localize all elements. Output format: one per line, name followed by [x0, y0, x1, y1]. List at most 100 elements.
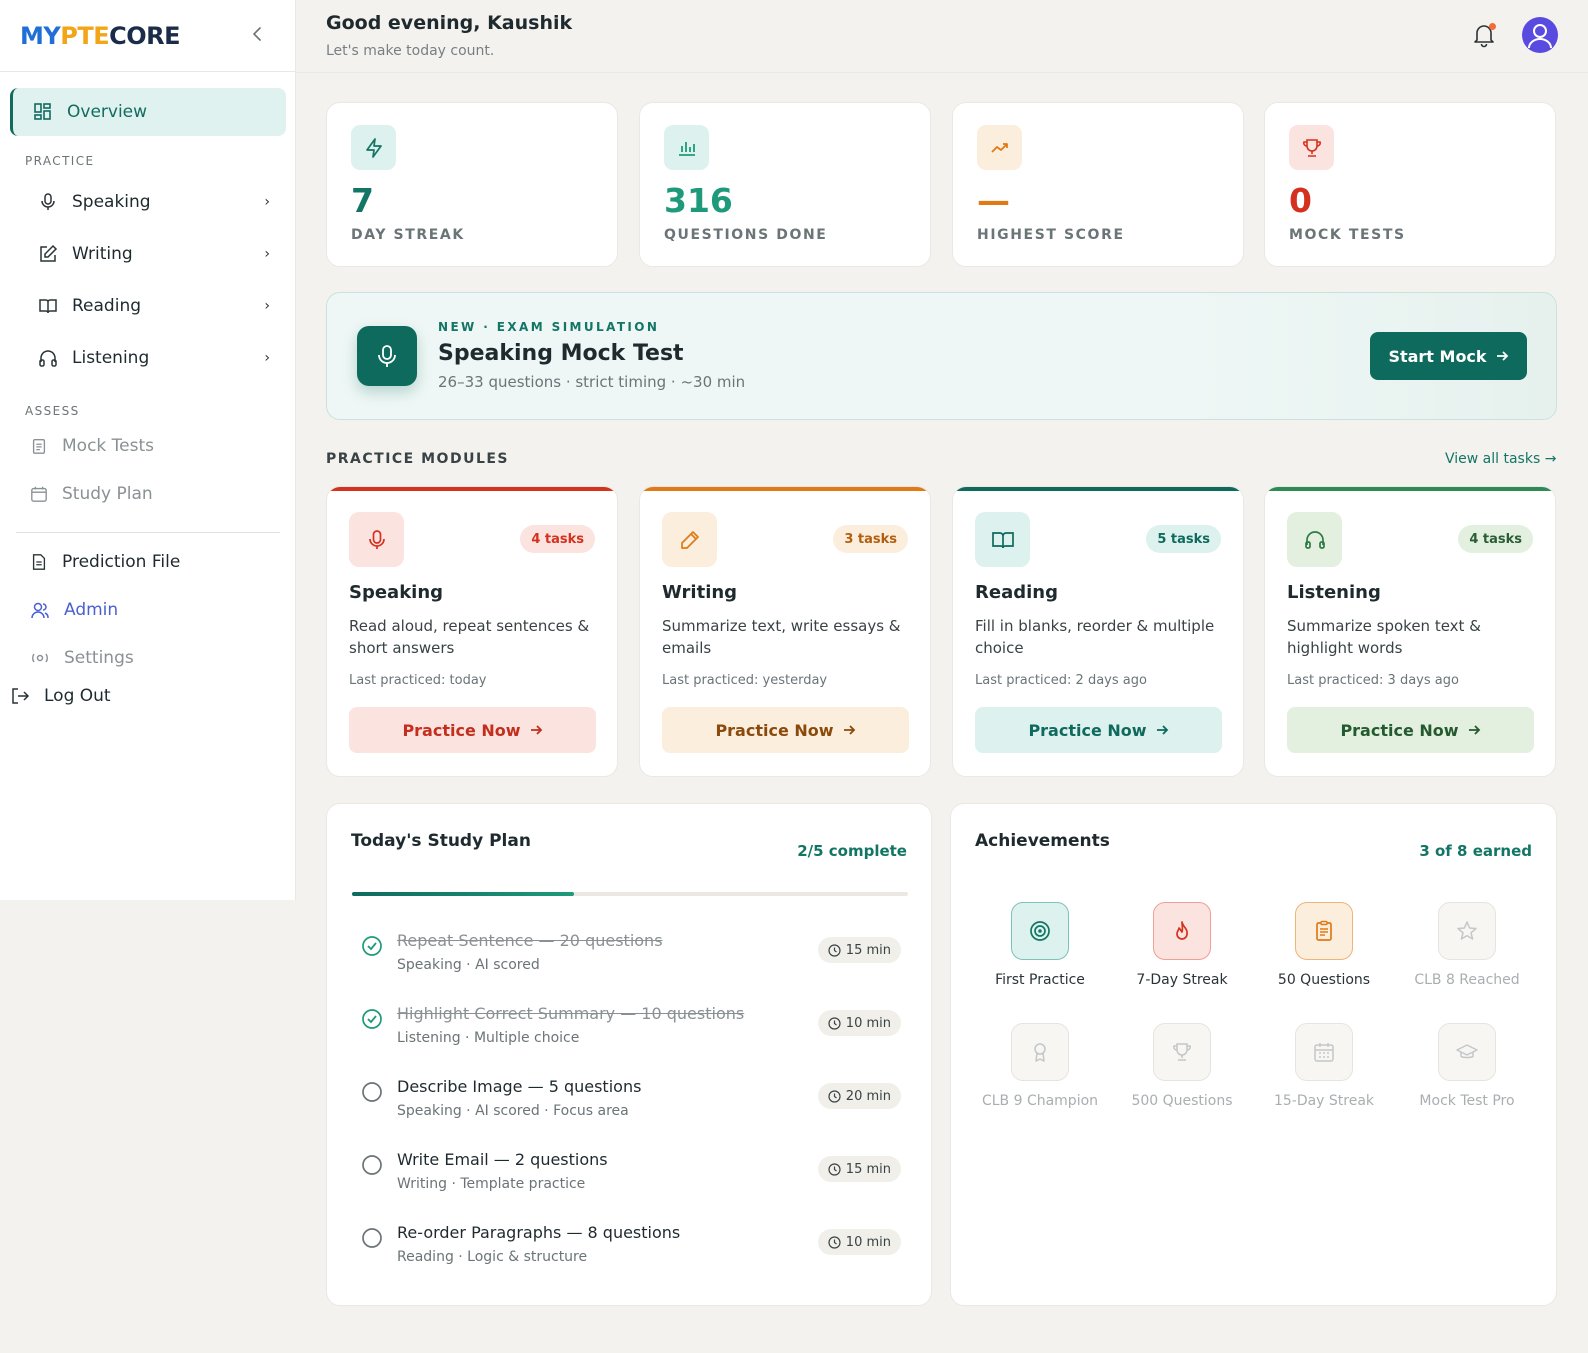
check-circle-icon[interactable] — [361, 935, 383, 957]
duration-badge: 15 min — [817, 1156, 901, 1182]
stat-value: 0 — [1289, 181, 1312, 220]
sidebar-item-label: Listening — [72, 348, 150, 368]
task-count-badge: 4 tasks — [520, 525, 595, 553]
collapse-sidebar-icon[interactable] — [247, 24, 267, 48]
achievement-label: 7-Day Streak — [1136, 972, 1228, 988]
sidebar-item-prediction-file[interactable]: Prediction File — [30, 552, 180, 572]
sidebar-item-label: Log Out — [44, 686, 111, 706]
chevron-right-icon: › — [264, 350, 270, 366]
sidebar-item-speaking[interactable]: Speaking › — [38, 182, 278, 222]
headphones-icon — [39, 350, 57, 367]
study-plan-title: Today's Study Plan — [351, 831, 531, 851]
achievement-label: 50 Questions — [1277, 972, 1371, 988]
grid-icon — [34, 103, 51, 120]
task-subtitle: Reading · Logic & structure — [397, 1249, 588, 1265]
sidebar-item-mock-tests[interactable]: Mock Tests — [30, 436, 154, 456]
task-item[interactable]: Highlight Correct Summary — 10 questions… — [361, 1004, 901, 1064]
sidebar-item-logout[interactable]: Log Out — [10, 686, 111, 706]
duration-label: 10 min — [845, 1015, 891, 1031]
users-icon — [31, 602, 49, 619]
achievement-mock-test-pro[interactable]: Mock Test Pro — [1397, 1023, 1537, 1109]
sidebar-item-writing[interactable]: Writing › — [38, 234, 278, 274]
duration-label: 10 min — [845, 1234, 891, 1250]
task-count-badge: 4 tasks — [1458, 525, 1533, 553]
logo[interactable]: MYPTECORE — [20, 22, 181, 50]
mic-icon — [357, 326, 417, 386]
practice-now-button[interactable]: Practice Now — [349, 707, 596, 753]
sidebar-item-listening[interactable]: Listening › — [38, 338, 278, 378]
sidebar-divider — [16, 532, 280, 533]
check-circle-icon[interactable] — [361, 1008, 383, 1030]
achievements-panel: Achievements 3 of 8 earned First Practic… — [950, 803, 1557, 1306]
view-all-tasks-link[interactable]: View all tasks → — [1445, 451, 1556, 467]
lightning-icon — [351, 125, 396, 170]
duration-badge: 15 min — [817, 937, 901, 963]
task-item[interactable]: Repeat Sentence — 20 questions Speaking … — [361, 931, 901, 991]
banner-title: Speaking Mock Test — [438, 341, 684, 366]
sidebar-item-overview[interactable]: Overview — [10, 88, 286, 136]
practice-modules-title: PRACTICE MODULES — [326, 451, 510, 467]
task-subtitle: Speaking · AI scored — [397, 957, 540, 973]
last-practiced: Last practiced: today — [349, 673, 487, 688]
achievement-label: Mock Test Pro — [1419, 1093, 1515, 1109]
stat-card-day-streak: 7 DAY STREAK — [326, 102, 618, 267]
flame-icon — [1153, 902, 1211, 960]
achievement-clb-8-reached[interactable]: CLB 8 Reached — [1397, 902, 1537, 988]
task-item[interactable]: Describe Image — 5 questions Speaking · … — [361, 1077, 901, 1137]
avatar[interactable] — [1522, 17, 1558, 53]
empty-circle-icon[interactable] — [361, 1081, 383, 1103]
achievement-clb-9-champion[interactable]: CLB 9 Champion — [970, 1023, 1110, 1109]
sidebar-item-settings[interactable]: Settings — [30, 648, 134, 668]
task-title: Highlight Correct Summary — 10 questions — [397, 1004, 745, 1023]
sidebar-item-admin[interactable]: Admin — [30, 600, 118, 620]
stat-value: — — [977, 181, 1010, 220]
empty-circle-icon[interactable] — [361, 1227, 383, 1249]
achievement-50-questions[interactable]: 50 Questions — [1254, 902, 1394, 988]
task-subtitle: Speaking · AI scored · Focus area — [397, 1103, 629, 1119]
achievements-earned: 3 of 8 earned — [1419, 842, 1532, 860]
trophy-icon — [1289, 125, 1334, 170]
sidebar-item-study-plan[interactable]: Study Plan — [30, 484, 153, 504]
stat-label: HIGHEST SCORE — [977, 227, 1125, 243]
achievement-7-day-streak[interactable]: 7-Day Streak — [1112, 902, 1252, 988]
clipboard-icon — [32, 439, 46, 454]
module-description: Read aloud, repeat sentences & short ans… — [349, 617, 590, 657]
star-icon — [1438, 902, 1496, 960]
achievement-500-questions[interactable]: 500 Questions — [1112, 1023, 1252, 1109]
header-divider — [296, 72, 1588, 73]
practice-now-button[interactable]: Practice Now — [1287, 707, 1534, 753]
award-icon — [1011, 1023, 1069, 1081]
duration-badge: 10 min — [817, 1229, 901, 1255]
empty-circle-icon[interactable] — [361, 1154, 383, 1176]
task-title: Repeat Sentence — 20 questions — [397, 931, 663, 950]
module-description: Summarize text, write essays & emails — [662, 617, 901, 657]
banner-tag: NEW · EXAM SIMULATION — [438, 320, 660, 334]
edit-icon — [40, 244, 58, 262]
achievement-label: CLB 9 Champion — [981, 1093, 1099, 1109]
trending-up-icon — [977, 125, 1022, 170]
trophy-icon — [1153, 1023, 1211, 1081]
achievement-15-day-streak[interactable]: 15-Day Streak — [1254, 1023, 1394, 1109]
achievement-first-practice[interactable]: First Practice — [970, 902, 1110, 988]
button-label: Practice Now — [402, 720, 521, 740]
module-name: Listening — [1287, 582, 1381, 603]
greeting-subtitle: Let's make today count. — [326, 43, 495, 59]
sidebar-item-label: Study Plan — [62, 484, 153, 504]
arrow-right-icon — [1156, 725, 1168, 735]
study-plan-panel: Today's Study Plan 2/5 complete Repeat S… — [326, 803, 932, 1306]
sidebar-item-reading[interactable]: Reading › — [38, 286, 278, 326]
practice-now-button[interactable]: Practice Now — [662, 707, 909, 753]
progress-fill — [352, 892, 575, 896]
last-practiced: Last practiced: 3 days ago — [1287, 673, 1459, 688]
mic-icon — [349, 512, 404, 567]
task-item[interactable]: Write Email — 2 questions Writing · Temp… — [361, 1150, 901, 1210]
practice-now-button[interactable]: Practice Now — [975, 707, 1222, 753]
sidebar-item-label: Speaking — [72, 192, 151, 212]
achievement-label: 15-Day Streak — [1273, 1093, 1375, 1109]
module-description: Summarize spoken text & highlight words — [1287, 617, 1481, 657]
sidebar-item-label: Overview — [67, 102, 148, 122]
duration-badge: 20 min — [817, 1083, 901, 1109]
task-item[interactable]: Re-order Paragraphs — 8 questions Readin… — [361, 1223, 901, 1283]
start-mock-button[interactable]: Start Mock — [1370, 332, 1527, 380]
settings-icon — [32, 653, 48, 663]
